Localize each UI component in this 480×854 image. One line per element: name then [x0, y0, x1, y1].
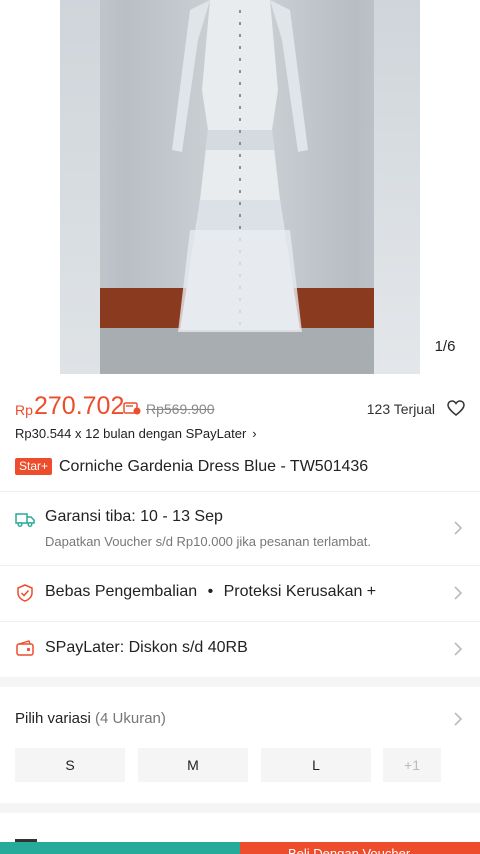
variation-option-s[interactable]: S [15, 748, 125, 782]
product-title: Corniche Gardenia Dress Blue - TW501436 [59, 458, 369, 475]
variation-count: (4 Ukuran) [95, 710, 166, 727]
variation-option-l[interactable]: L [261, 748, 371, 782]
heart-icon[interactable] [447, 400, 465, 416]
protection-row[interactable]: Bebas Pengembalian • Proteksi Kerusakan … [0, 566, 480, 620]
photo-background-right [374, 0, 420, 374]
original-price: Rp569.900 [146, 401, 215, 417]
current-price: 270.702 [34, 392, 125, 420]
price-currency: Rp [15, 402, 33, 418]
chevron-right-icon [454, 586, 463, 600]
product-image-gallery[interactable]: 1/6 [0, 0, 480, 374]
variation-option-m[interactable]: M [138, 748, 248, 782]
shipping-guarantee-row[interactable]: Garansi tiba: 10 - 13 Sep Dapatkan Vouch… [0, 492, 480, 564]
shield-icon [17, 584, 33, 602]
section-divider [0, 677, 480, 687]
spaylater-discount-row[interactable]: SPayLater: Diskon s/d 40RB [0, 622, 480, 676]
price-tag-icon [123, 402, 141, 415]
installment-text: Rp30.544 x 12 bulan dengan SPayLater [15, 426, 247, 441]
spaylater-discount-title: SPayLater: Diskon s/d 40RB [45, 639, 248, 656]
star-plus-badge: Star+ [15, 458, 53, 475]
buy-with-voucher-label: Beli Dengan Voucher [288, 846, 411, 854]
product-title-row: Star+ Corniche Gardenia Dress Blue - TW5… [15, 458, 465, 478]
variation-label: Pilih variasi (4 Ukuran) [15, 710, 166, 727]
dress-illustration [172, 0, 308, 332]
section-divider [0, 803, 480, 813]
truck-icon [15, 513, 35, 527]
photo-background-left [60, 0, 100, 374]
spaylater-installment-link[interactable]: Rp30.544 x 12 bulan dengan SPayLater › [15, 426, 257, 441]
sold-count: 123 Terjual [366, 401, 435, 417]
product-photo [60, 0, 420, 374]
chat-and-cart-bar[interactable] [0, 842, 240, 854]
chevron-right-icon [454, 642, 463, 656]
image-counter: 1/6 [424, 333, 466, 361]
free-return-label: Bebas Pengembalian [45, 583, 198, 600]
variation-option-more[interactable]: +1 [383, 748, 441, 782]
price-row: Rp 270.702 Rp569.900 123 Terjual [15, 392, 465, 422]
chevron-right-icon: › [252, 426, 257, 441]
protection-title: Bebas Pengembalian • Proteksi Kerusakan … [45, 583, 376, 601]
shipping-title: Garansi tiba: 10 - 13 Sep [45, 508, 223, 525]
bullet-separator: • [207, 583, 214, 600]
shipping-subtitle: Dapatkan Voucher s/d Rp10.000 jika pesan… [45, 534, 371, 549]
variation-label-text: Pilih variasi [15, 710, 91, 727]
wallet-icon [16, 640, 34, 656]
buy-with-voucher-button[interactable]: Beli Dengan Voucher [240, 842, 480, 854]
chevron-right-icon [454, 521, 463, 535]
chevron-right-icon [454, 712, 463, 726]
damage-protection-label: Proteksi Kerusakan + [223, 583, 377, 600]
